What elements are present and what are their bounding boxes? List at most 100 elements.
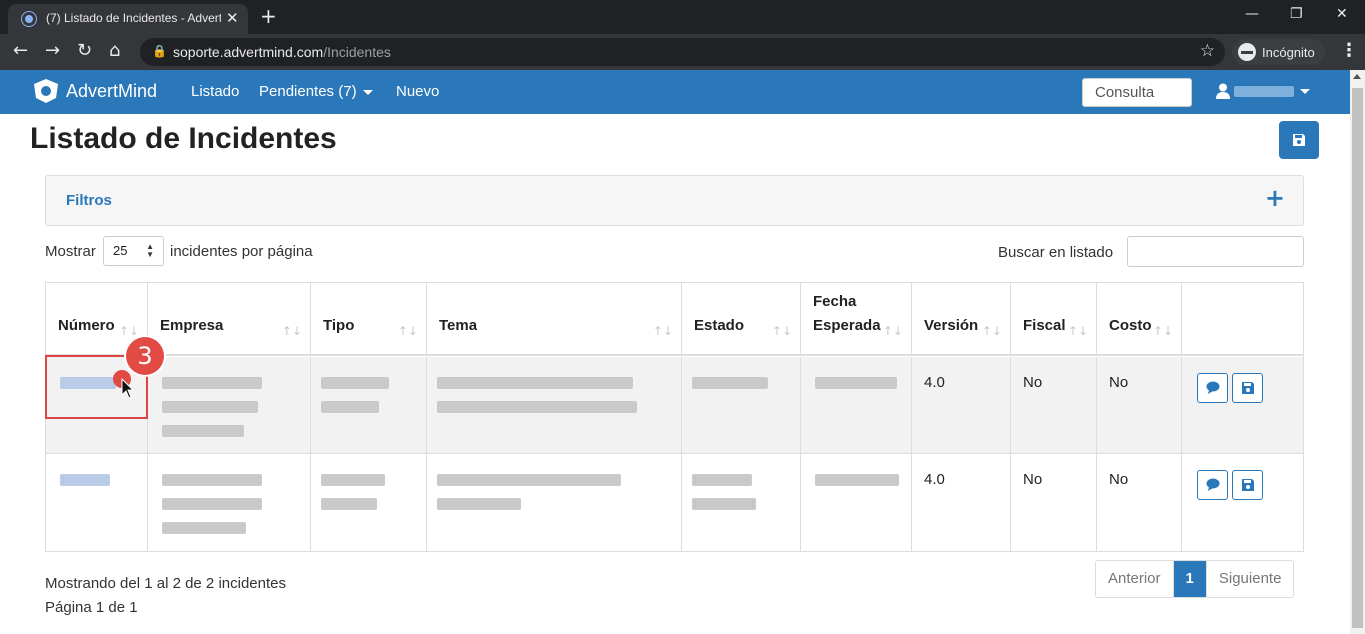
reload-icon[interactable]: ↻ bbox=[77, 40, 92, 62]
scroll-up-icon[interactable] bbox=[1353, 74, 1361, 79]
nav-pendientes[interactable]: Pendientes (7) bbox=[259, 83, 373, 100]
close-tab-icon[interactable]: ✕ bbox=[226, 9, 239, 27]
header-tema[interactable]: Tema ↑↓ bbox=[427, 283, 682, 356]
forward-icon[interactable]: → bbox=[45, 40, 60, 62]
mouse-cursor-icon bbox=[121, 378, 135, 399]
cell-costo: No bbox=[1097, 357, 1182, 454]
incognito-indicator[interactable]: Incógnito bbox=[1232, 39, 1325, 65]
page-size-select[interactable]: 25 ▲ ▼ bbox=[103, 236, 164, 266]
user-menu-chevron-icon[interactable] bbox=[1300, 89, 1310, 94]
header-fecha-esperada[interactable]: Fecha Esperada ↑↓ bbox=[801, 283, 912, 356]
window-close-icon[interactable]: ✕ bbox=[1336, 6, 1348, 22]
nav-nuevo[interactable]: Nuevo bbox=[396, 83, 439, 100]
search-input[interactable] bbox=[1127, 236, 1304, 267]
user-icon[interactable] bbox=[1216, 83, 1230, 99]
incognito-label: Incógnito bbox=[1262, 44, 1315, 60]
sort-icon: ↑↓ bbox=[652, 324, 673, 338]
comment-icon bbox=[1206, 381, 1220, 394]
pagination: Anterior 1 Siguiente bbox=[1095, 560, 1295, 598]
cell-actions bbox=[1182, 357, 1303, 454]
header-fiscal[interactable]: Fiscal ↑↓ bbox=[1011, 283, 1097, 356]
incognito-icon bbox=[1238, 43, 1256, 61]
restore-icon[interactable]: ❐ bbox=[1290, 6, 1303, 22]
comment-button[interactable] bbox=[1197, 373, 1228, 403]
save-row-button[interactable] bbox=[1232, 373, 1263, 403]
save-button[interactable] bbox=[1279, 121, 1319, 159]
cell-fecha-esperada bbox=[801, 357, 912, 454]
header-actions bbox=[1182, 283, 1303, 356]
showing-info: Mostrando del 1 al 2 de 2 incidentes bbox=[45, 575, 286, 592]
floppy-disk-icon bbox=[1242, 382, 1254, 394]
filters-label[interactable]: Filtros bbox=[66, 192, 112, 209]
app-navbar: AdvertMind Listado Pendientes (7) Nuevo … bbox=[0, 70, 1350, 114]
url-text: soporte.advertmind.com/Incidentes bbox=[173, 44, 391, 60]
brand-logo-icon bbox=[34, 79, 58, 103]
header-costo[interactable]: Costo ↑↓ bbox=[1097, 283, 1182, 356]
pagination-next[interactable]: Siguiente bbox=[1207, 561, 1294, 597]
floppy-disk-icon bbox=[1242, 479, 1254, 491]
page-title: Listado de Incidentes bbox=[30, 122, 337, 155]
browser-tab[interactable]: (7) Listado de Incidentes - Advert ✕ bbox=[8, 4, 248, 34]
sort-icon: ↑↓ bbox=[882, 324, 903, 338]
browser-tabbar: (7) Listado de Incidentes - Advert ✕ + —… bbox=[0, 0, 1365, 34]
comment-icon bbox=[1206, 478, 1220, 491]
header-empresa[interactable]: Empresa ↑↓ bbox=[148, 283, 311, 356]
cell-empresa bbox=[148, 357, 311, 454]
cell-version: 4.0 bbox=[912, 357, 1011, 454]
tab-title: (7) Listado de Incidentes - Advert bbox=[46, 11, 221, 25]
cell-estado bbox=[682, 357, 801, 454]
sort-icon: ↑↓ bbox=[118, 324, 139, 338]
comment-button[interactable] bbox=[1197, 470, 1228, 500]
header-version[interactable]: Versión ↑↓ bbox=[912, 283, 1011, 356]
cell-empresa bbox=[148, 454, 311, 551]
new-tab-icon[interactable]: + bbox=[260, 4, 277, 28]
filters-panel[interactable]: Filtros + bbox=[45, 175, 1304, 226]
back-icon[interactable]: ← bbox=[13, 40, 28, 62]
incident-number-link-blurred[interactable] bbox=[60, 474, 110, 486]
brand-name[interactable]: AdvertMind bbox=[66, 81, 157, 102]
sort-icon: ↑↓ bbox=[981, 324, 1002, 338]
address-bar[interactable]: 🔒 soporte.advertmind.com/Incidentes ☆ bbox=[140, 38, 1225, 66]
cell-estado bbox=[682, 454, 801, 551]
bookmark-star-icon[interactable]: ☆ bbox=[1200, 41, 1215, 61]
consulta-button[interactable]: Consulta bbox=[1082, 78, 1192, 107]
page-scrollbar[interactable] bbox=[1350, 70, 1365, 634]
cell-version: 4.0 bbox=[912, 454, 1011, 551]
sort-icon: ↑↓ bbox=[1067, 324, 1088, 338]
cell-tema bbox=[427, 357, 682, 454]
sort-icon: ↑↓ bbox=[397, 324, 418, 338]
save-row-button[interactable] bbox=[1232, 470, 1263, 500]
expand-plus-icon[interactable]: + bbox=[1265, 184, 1285, 212]
table-row: 4.0 No No bbox=[46, 357, 1303, 454]
browser-toolbar: ← → ↻ ⌂ 🔒 soporte.advertmind.com/Inciden… bbox=[0, 34, 1365, 70]
cell-actions bbox=[1182, 454, 1303, 551]
minimize-icon[interactable]: — bbox=[1245, 6, 1259, 22]
nav-listado[interactable]: Listado bbox=[191, 83, 239, 100]
sort-icon: ↑↓ bbox=[281, 324, 302, 338]
cell-fecha-esperada bbox=[801, 454, 912, 551]
chevron-down-icon bbox=[362, 89, 373, 95]
page-info: Página 1 de 1 bbox=[45, 599, 138, 616]
browser-menu-icon[interactable]: ⋮ bbox=[1340, 40, 1358, 61]
cell-tipo bbox=[311, 454, 427, 551]
cell-tipo bbox=[311, 357, 427, 454]
header-tipo[interactable]: Tipo ↑↓ bbox=[311, 283, 427, 356]
scroll-thumb[interactable] bbox=[1352, 88, 1363, 628]
home-icon[interactable]: ⌂ bbox=[109, 40, 120, 62]
lock-icon: 🔒 bbox=[152, 44, 167, 58]
show-label: Mostrar bbox=[45, 243, 96, 260]
per-page-label: incidentes por página bbox=[170, 243, 313, 260]
cell-costo: No bbox=[1097, 454, 1182, 551]
header-estado[interactable]: Estado ↑↓ bbox=[682, 283, 801, 356]
cell-fiscal: No bbox=[1011, 454, 1097, 551]
cell-numero bbox=[46, 454, 148, 551]
pagination-page-1[interactable]: 1 bbox=[1173, 561, 1207, 597]
cell-tema bbox=[427, 454, 682, 551]
table-row: 4.0 No No bbox=[46, 454, 1303, 551]
cell-fiscal: No bbox=[1011, 357, 1097, 454]
user-name-blurred[interactable] bbox=[1234, 86, 1294, 97]
sort-icon: ↑↓ bbox=[771, 324, 792, 338]
search-label: Buscar en listado bbox=[998, 244, 1114, 261]
sort-icon: ↑↓ bbox=[1152, 324, 1173, 338]
pagination-prev[interactable]: Anterior bbox=[1096, 561, 1174, 597]
